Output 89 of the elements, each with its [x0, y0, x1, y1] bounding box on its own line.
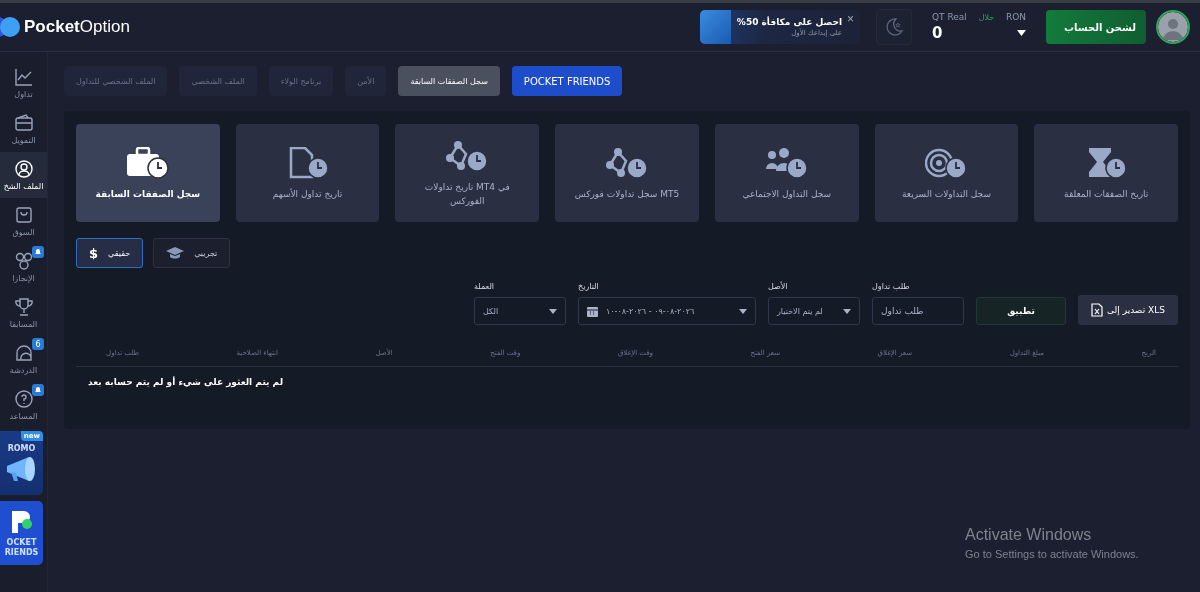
account-type-label: تجريبي — [194, 248, 218, 258]
account-tag: حلال — [978, 12, 995, 22]
chart-icon — [14, 67, 33, 86]
select-value: ٢٠٢٦-٠٨-٠٩ - ٢٠٢٦-٠٨-١٠ — [606, 306, 696, 316]
card-label: سجل التداول الاجتماعي — [741, 187, 833, 201]
logo-text[interactable]: PocketOption — [24, 17, 130, 37]
card-label: MT5 سجل تداولات فوركس — [573, 187, 681, 201]
sidebar-item[interactable]: التمويل — [0, 106, 47, 152]
tab[interactable]: سجل الصفقات السابقة — [398, 66, 500, 96]
wallet-icon — [14, 113, 33, 132]
field-label: الأصل — [768, 282, 789, 291]
close-button[interactable]: × — [847, 12, 854, 26]
bag-icon — [14, 205, 33, 224]
card-label: سجل التداولات السريعة — [901, 187, 992, 201]
account-type-button[interactable]: حقيقي $ — [76, 238, 144, 268]
sidebar-label: التمويل — [11, 135, 36, 145]
count-badge: 6 — [32, 338, 44, 350]
sidebar-label: الإنجازا — [12, 273, 35, 283]
apply-button[interactable]: تطبيق — [976, 297, 1066, 325]
caret-icon — [1017, 30, 1026, 36]
sidebar-label: الملف الشخ — [3, 181, 44, 191]
bonus-title: احصل على مكافأة 50% — [736, 17, 842, 27]
sidebar-label: السوق — [12, 227, 35, 237]
card-label: في MT4 تاريخ تداولات الفوركس — [423, 180, 511, 208]
caret-icon — [739, 308, 747, 314]
sidebar-item[interactable]: تداول — [0, 60, 47, 106]
date-range-select[interactable]: ٢٠٢٦-٠٨-٠٩ - ٢٠٢٦-٠٨-١٠ — [578, 297, 756, 325]
export-button[interactable]: تصدير إلى XLS — [1078, 295, 1178, 325]
dollar-sign: $ — [89, 245, 99, 261]
deposit-button[interactable]: لشحن الحساب — [1046, 10, 1146, 44]
card-label: تاريخ الصفقات المعلقة — [1063, 187, 1150, 201]
network-clock-icon — [446, 139, 489, 172]
history-card[interactable]: تاريخ تداول الأسهم — [235, 124, 380, 222]
sidebar-item[interactable]: المساعد — [0, 382, 47, 428]
account-type-button[interactable]: تجريبي — [153, 238, 231, 268]
history-card[interactable]: تاريخ الصفقات المعلقة — [1034, 124, 1179, 222]
promo-label: ROMO — [6, 443, 37, 454]
balance-value: 0 — [932, 24, 943, 42]
trophy-icon — [14, 297, 33, 316]
chat-icon — [14, 343, 33, 362]
graduation-cap-icon — [166, 247, 185, 259]
select-value: لم يتم الاختيار — [777, 306, 823, 316]
empty-message: لم يتم العثور على شيء أو لم يتم حسابه بعد — [88, 377, 285, 387]
excel-file-icon — [1091, 303, 1104, 317]
field-label: التاريخ — [578, 282, 600, 291]
history-card[interactable]: سجل التداولات السريعة — [874, 124, 1019, 222]
sidebar-label: المساعد — [9, 411, 38, 421]
target-clock-icon — [925, 146, 968, 179]
history-card[interactable]: MT5 سجل تداولات فوركس — [555, 124, 699, 222]
sidebar-item[interactable]: المسابقا — [0, 290, 47, 336]
medal-icon — [14, 251, 33, 270]
user-icon — [14, 159, 33, 178]
people-clock-icon — [765, 146, 808, 179]
order-input-field[interactable]: طلب تداول — [872, 297, 964, 325]
avatar[interactable] — [1156, 10, 1190, 44]
select-value: الكل — [483, 306, 499, 316]
sidebar-item[interactable]: الإنجازا — [0, 244, 47, 290]
calendar-icon — [587, 305, 598, 317]
activation-title: Activate Windows — [965, 526, 1093, 544]
moon-star-icon — [884, 17, 904, 37]
gift-picture — [700, 10, 731, 44]
tab[interactable]: POCKET FRIENDS — [511, 66, 623, 96]
friends-card[interactable]: OCKET RIENDS — [0, 501, 43, 565]
field-label: العملة — [474, 282, 496, 291]
card-label: تاريخ تداول الأسهم — [271, 187, 344, 202]
asset-select[interactable]: لم يتم الاختيار — [768, 297, 860, 325]
network-clock-icon — [606, 146, 648, 179]
field-label: طلب تداول — [872, 282, 911, 291]
promo-label: OCKET RIENDS — [3, 537, 40, 558]
currency-select[interactable]: الكل — [474, 297, 566, 325]
account-type-label: حقيقي — [108, 248, 131, 258]
sidebar-label: تداول — [14, 89, 33, 99]
history-card[interactable]: سجل الصفقات السابقة — [76, 124, 220, 222]
history-card[interactable]: سجل التداول الاجتماعي — [714, 124, 859, 222]
caret-icon — [843, 308, 851, 314]
person-silhouette-icon — [1158, 12, 1188, 42]
sidebar-item[interactable]: الملف الشخ — [0, 152, 47, 198]
sidebar-label: المسابقا — [9, 319, 38, 329]
activation-subtitle: Go to Settings to activate Windows. — [965, 548, 1139, 560]
account-currency: RON — [1005, 12, 1026, 22]
card-label: سجل الصفقات السابقة — [94, 187, 202, 201]
briefcase-clock-icon — [126, 146, 169, 179]
sidebar-item[interactable]: السوق — [0, 198, 47, 244]
account-name: QT Real — [932, 12, 967, 22]
caret-icon — [549, 308, 557, 314]
help-icon — [14, 389, 33, 408]
theme-button[interactable] — [876, 9, 912, 45]
history-card[interactable]: في MT4 تاريخ تداولات الفوركس — [395, 124, 540, 222]
sidebar-label: الدردشة — [9, 365, 38, 375]
